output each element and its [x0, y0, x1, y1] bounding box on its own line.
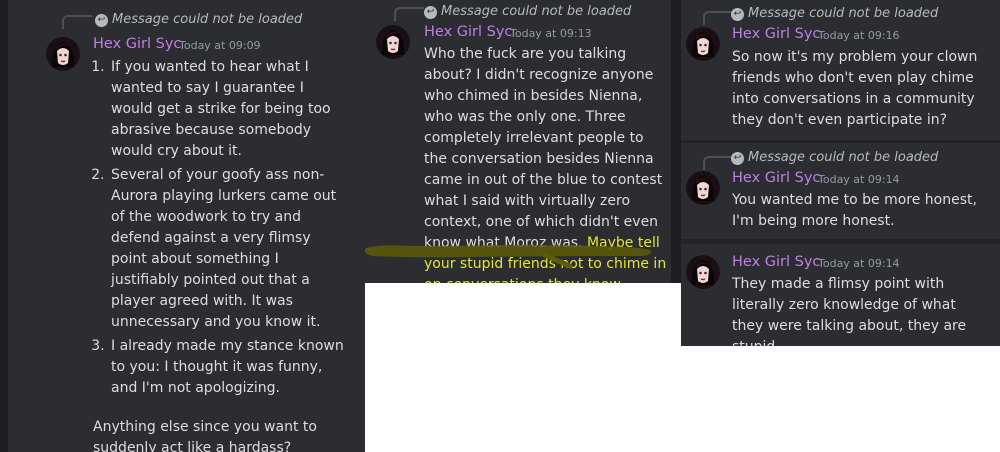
avatar[interactable] [46, 37, 80, 71]
message-text: They made a flimsy point with literally … [732, 276, 967, 346]
username[interactable]: Hex Girl Syc [732, 254, 820, 270]
message-4[interactable]: ↩ Message could not be loaded Hex Girl Sy… [681, 143, 1000, 239]
reply-arrow-icon: ↩ [731, 152, 744, 165]
message-2[interactable]: ↩ Message could not be loaded Hex Girl Sy… [365, 0, 671, 283]
reply-text: Message could not be loaded [441, 4, 632, 19]
avatar-image [686, 255, 720, 289]
message-text: You wanted me to be more honest, I'm bei… [732, 192, 977, 229]
timestamp: Today at 09:13 [510, 27, 592, 40]
avatar-image [376, 25, 410, 59]
message-5[interactable]: Hex Girl Syc Today at 09:14 They made a … [681, 244, 1000, 346]
avatar[interactable] [376, 25, 410, 59]
numbered-list: If you wanted to hear what I wanted to s… [93, 57, 345, 399]
chat-panel-middle: ↩ Message could not be loaded Hex Girl Sy… [365, 0, 681, 283]
message-body: So now it's my problem your clown friend… [732, 47, 982, 131]
message-text: So now it's my problem your clown friend… [732, 49, 978, 128]
timestamp: Today at 09:14 [818, 257, 900, 270]
reply-text: Message could not be loaded [748, 6, 939, 21]
reply-preview[interactable]: ↩ Message could not be loaded [731, 150, 938, 165]
list-item: I already made my stance known to you: I… [109, 336, 345, 399]
message-body: Who the fuck are you talking about? I di… [424, 44, 670, 283]
username[interactable]: Hex Girl Syc [93, 36, 181, 52]
message-3[interactable]: ↩ Message could not be loaded Hex Girl Sy… [681, 0, 1000, 140]
timestamp: Today at 09:09 [179, 39, 261, 52]
message-text: Anything else since you want to suddenly… [93, 419, 317, 452]
reply-connector [703, 156, 732, 170]
message-body: They made a flimsy point with literally … [732, 274, 982, 346]
message-1[interactable]: ↩ Message could not be loaded Hex Girl Sy… [33, 6, 355, 452]
reply-preview[interactable]: ↩ Message could not be loaded [731, 6, 938, 21]
list-item: Several of your goofy ass non-Aurora pla… [109, 165, 345, 333]
avatar[interactable] [686, 27, 720, 61]
reply-connector [703, 11, 732, 25]
left-gutter [0, 0, 8, 452]
reply-connector [62, 15, 92, 29]
avatar-image [686, 171, 720, 205]
message-body: You wanted me to be more honest, I'm bei… [732, 190, 982, 232]
username[interactable]: Hex Girl Syc [732, 26, 820, 42]
list-item: If you wanted to hear what I wanted to s… [109, 57, 345, 162]
username[interactable]: Hex Girl Syc [424, 24, 512, 40]
message-body: If you wanted to hear what I wanted to s… [93, 57, 345, 452]
timestamp: Today at 09:16 [818, 29, 900, 42]
chat-panel-right: ↩ Message could not be loaded Hex Girl Sy… [681, 0, 1000, 346]
reply-text: Message could not be loaded [748, 150, 939, 165]
avatar-image [46, 37, 80, 71]
reply-text: Message could not be loaded [112, 12, 303, 27]
reply-arrow-icon: ↩ [731, 8, 744, 21]
reply-connector [394, 7, 424, 21]
avatar-image [686, 27, 720, 61]
avatar[interactable] [686, 171, 720, 205]
avatar[interactable] [686, 255, 720, 289]
reply-arrow-icon: ↩ [424, 6, 437, 19]
username[interactable]: Hex Girl Syc [732, 170, 820, 186]
timestamp: Today at 09:14 [818, 173, 900, 186]
reply-preview[interactable]: ↩ Message could not be loaded [424, 4, 631, 19]
chat-panel-left: ↩ Message could not be loaded Hex Girl Sy… [0, 0, 365, 452]
reply-arrow-icon: ↩ [95, 14, 108, 27]
reply-preview[interactable]: ↩ Message could not be loaded [95, 12, 302, 27]
message-text: Who the fuck are you talking about? I di… [424, 46, 663, 251]
right-gutter [671, 0, 681, 283]
